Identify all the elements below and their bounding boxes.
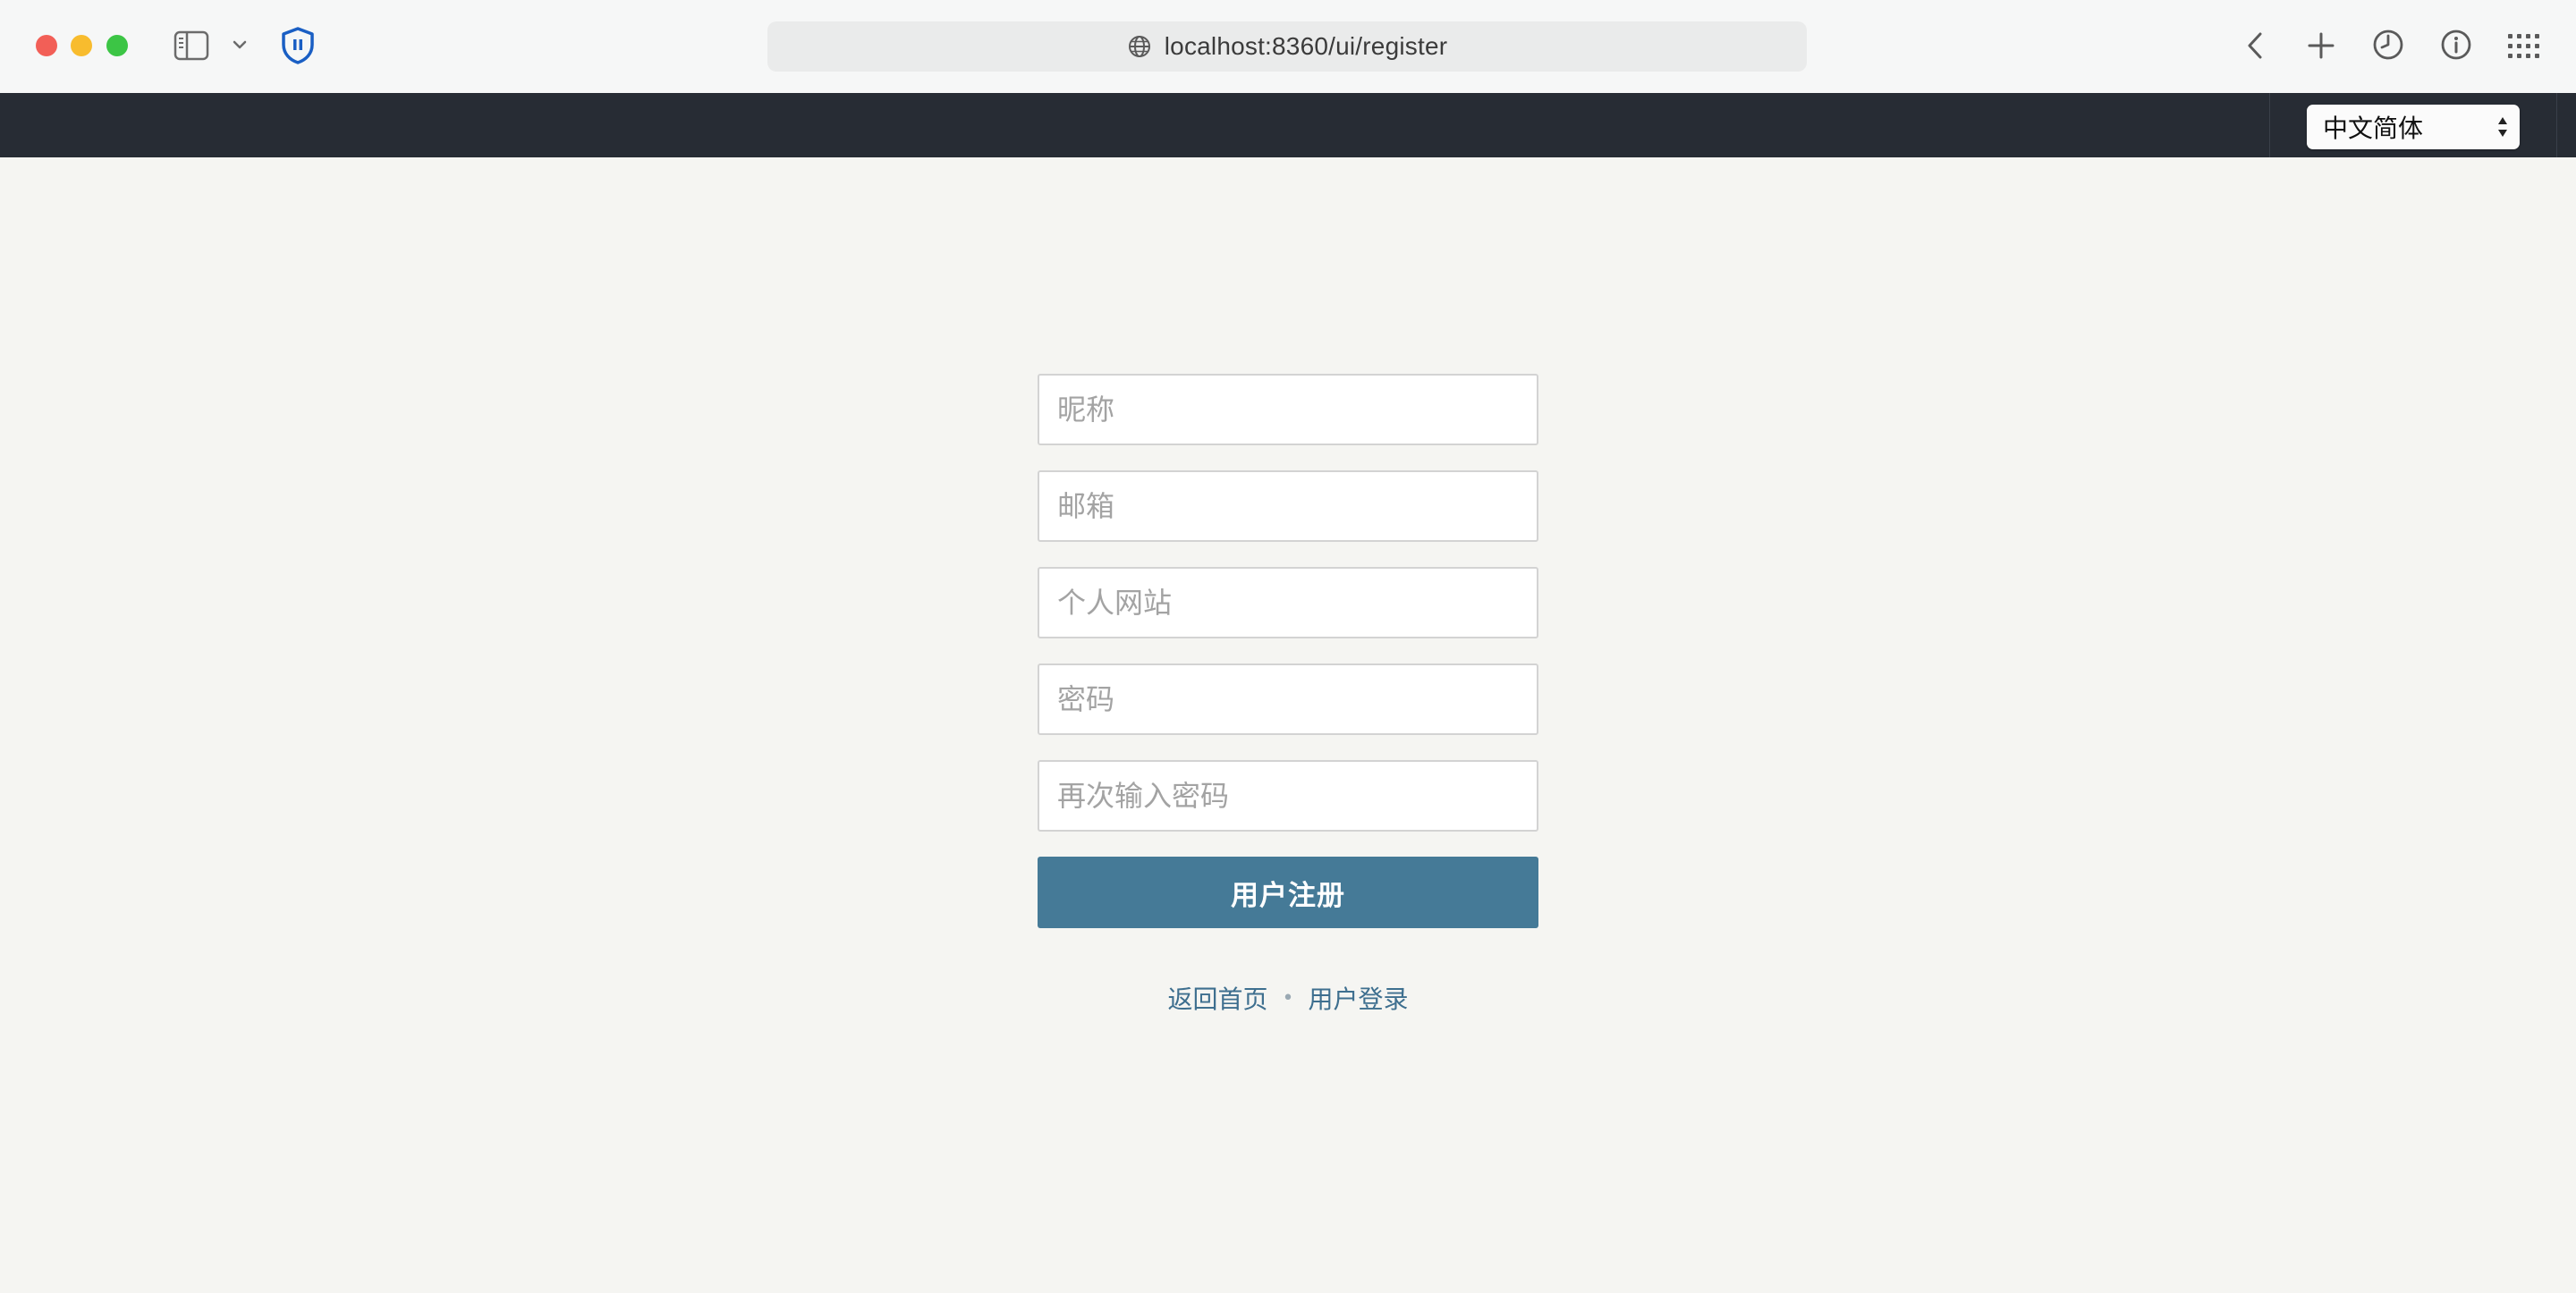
- plus-icon[interactable]: [2304, 29, 2338, 63]
- back-home-link[interactable]: 返回首页: [1167, 980, 1267, 1016]
- globe-icon: [1128, 36, 1150, 57]
- clock-icon[interactable]: [2370, 27, 2406, 63]
- info-icon[interactable]: [2438, 27, 2474, 63]
- grid-icon[interactable]: [2506, 29, 2542, 64]
- email-field[interactable]: [1038, 470, 1538, 542]
- browser-toolbar: localhost:8360/ui/register: [0, 0, 2576, 94]
- url-text: localhost:8360/ui/register: [1164, 32, 1448, 60]
- select-arrows-icon: [2498, 117, 2507, 137]
- register-form: 用户注册 返回首页 • 用户登录: [1038, 374, 1538, 1016]
- navbar-divider: [2269, 93, 2270, 157]
- confirm-password-field[interactable]: [1038, 760, 1538, 832]
- site-navbar: 中文简体: [0, 93, 2576, 157]
- nickname-field[interactable]: [1038, 374, 1538, 445]
- address-bar[interactable]: localhost:8360/ui/register: [767, 21, 1807, 72]
- language-select-value: 中文简体: [2323, 114, 2424, 143]
- chevron-down-icon[interactable]: [229, 34, 250, 55]
- register-button[interactable]: 用户注册: [1038, 857, 1538, 928]
- shield-icon[interactable]: [279, 25, 317, 66]
- password-field[interactable]: [1038, 663, 1538, 735]
- link-separator: •: [1282, 986, 1294, 1010]
- back-icon[interactable]: [2241, 29, 2268, 63]
- footer-links: 返回首页 • 用户登录: [1038, 980, 1538, 1016]
- close-window-button[interactable]: [36, 35, 57, 56]
- website-field[interactable]: [1038, 567, 1538, 638]
- sidebar-icon[interactable]: [174, 29, 209, 63]
- login-link[interactable]: 用户登录: [1308, 980, 1408, 1016]
- browser-window: localhost:8360/ui/register 中文简体 昵称 邮箱 个人…: [0, 0, 2576, 1293]
- navbar-divider: [2556, 93, 2557, 157]
- language-select[interactable]: 中文简体: [2307, 105, 2520, 149]
- zoom-window-button[interactable]: [106, 35, 128, 56]
- minimize-window-button[interactable]: [71, 35, 92, 56]
